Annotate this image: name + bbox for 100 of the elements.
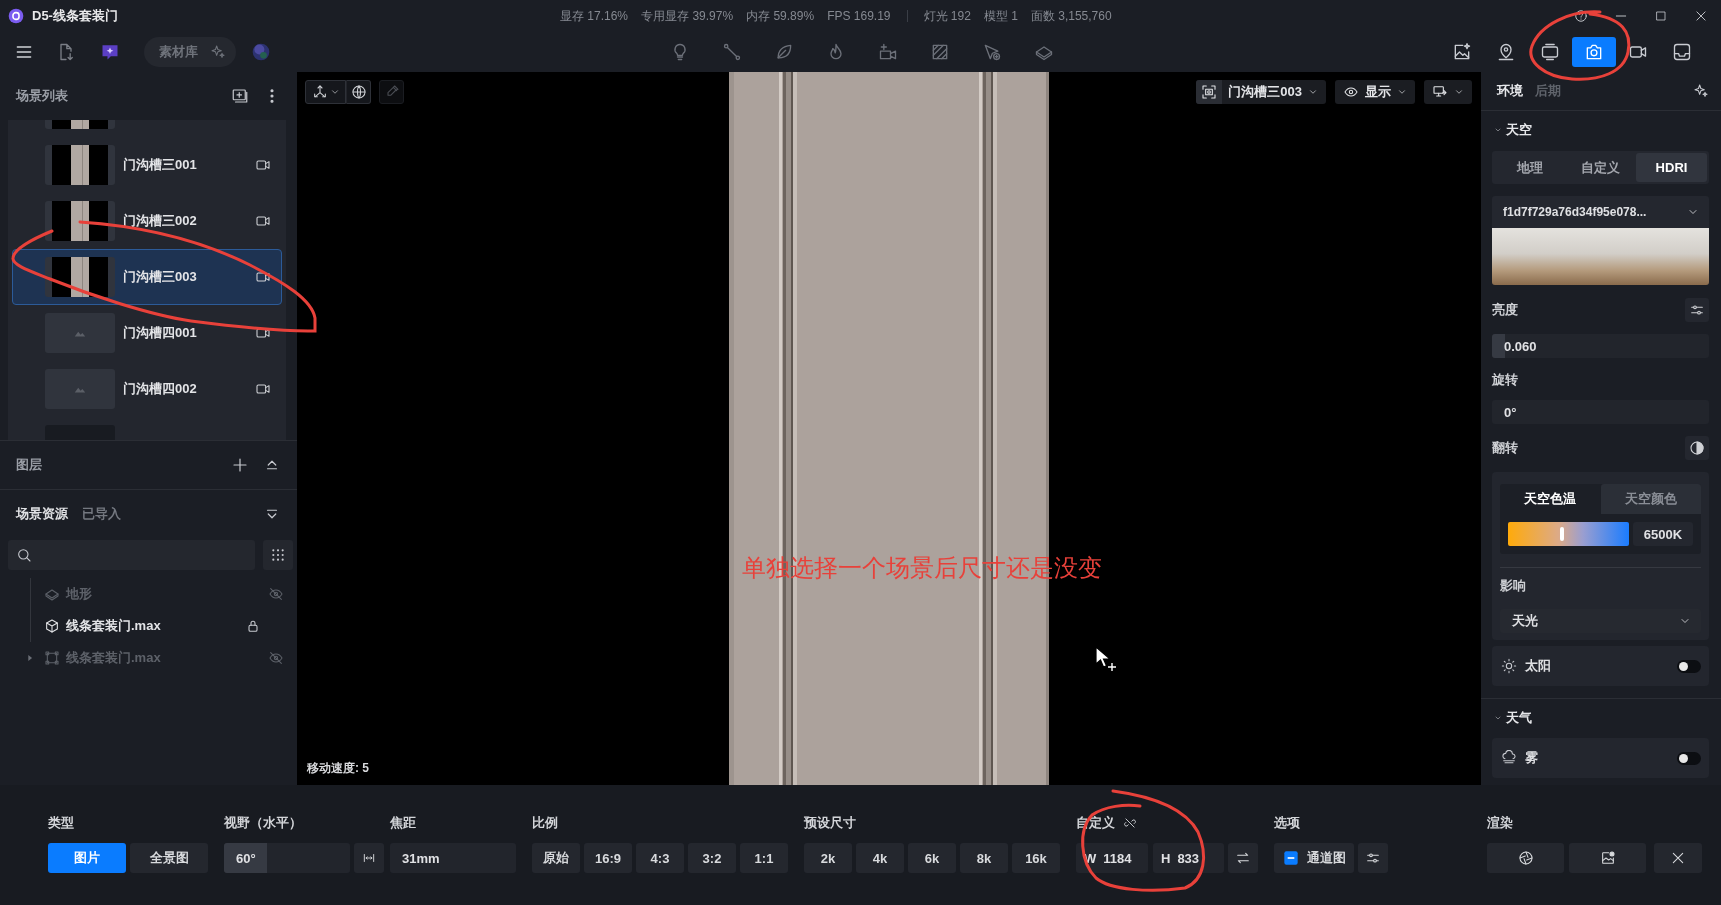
asset-name[interactable]: 线条套装门.max (66, 617, 161, 635)
swap-button[interactable] (1228, 843, 1258, 873)
ratio-option[interactable]: 16:9 (584, 843, 632, 873)
section-label: 比例 (532, 815, 559, 831)
sky-mode-tab[interactable]: 天空色温 (1500, 484, 1601, 514)
screen-switch-button[interactable] (1424, 80, 1472, 104)
panel-title: 图层 (16, 456, 42, 474)
scene-item[interactable]: 门沟槽四001 (12, 305, 282, 361)
monitor-swap-icon (1432, 84, 1448, 100)
add-scene-icon[interactable] (231, 87, 249, 105)
fov-field[interactable]: 60° (224, 843, 350, 873)
gizmo-button[interactable] (305, 80, 346, 104)
rotation-field[interactable]: 0° (1492, 400, 1709, 424)
chat-bubble-icon[interactable] (100, 42, 120, 62)
caret-icon (1397, 87, 1407, 97)
fog-label: 雾 (1525, 749, 1538, 767)
help-icon[interactable] (1574, 9, 1588, 23)
chevron-icon[interactable] (1494, 126, 1502, 134)
lock-icon[interactable] (245, 618, 261, 634)
brightness-field[interactable]: 0.060 (1492, 334, 1709, 358)
fog-toggle[interactable] (1677, 751, 1701, 765)
video-camera-icon[interactable] (255, 213, 271, 229)
scene-item[interactable]: 门沟槽四002 (12, 361, 282, 417)
video-camera-icon[interactable] (255, 269, 271, 285)
preset-size-option[interactable]: 4k (856, 843, 904, 873)
scene-item[interactable]: 门沟槽三001 (12, 137, 282, 193)
scene-name: 门沟槽四002 (123, 380, 197, 398)
type-option[interactable]: 全景图 (130, 843, 208, 873)
sun-toggle[interactable] (1677, 659, 1701, 673)
section-label: 焦距 (390, 815, 417, 831)
ratio-option[interactable]: 1:1 (740, 843, 788, 873)
section-label: 预设尺寸 (804, 815, 857, 831)
panel-tab[interactable]: 环境 (1497, 82, 1523, 100)
channel-map-checkbox[interactable]: 通道图 (1274, 843, 1354, 873)
focus-frame-icon (1201, 84, 1218, 100)
section-label: 渲染 (1487, 815, 1514, 831)
add-camera-icon[interactable] (878, 42, 898, 62)
options-settings-button[interactable] (1358, 843, 1388, 873)
temperature-slider[interactable] (1508, 522, 1629, 546)
cube-icon (44, 618, 60, 634)
slider-thumb[interactable] (1560, 527, 1565, 541)
preset-size-option[interactable]: 2k (804, 843, 852, 873)
caret-icon (329, 87, 340, 97)
focal-length-field[interactable]: 31mm (390, 843, 516, 873)
section-title: 天气 (1506, 709, 1532, 727)
fog-icon (1501, 750, 1517, 766)
unlink-icon[interactable] (1123, 816, 1137, 830)
source-tab[interactable]: HDRI (1636, 153, 1707, 182)
width-arrows-icon (362, 851, 376, 865)
video-camera-icon[interactable] (255, 157, 271, 173)
globe-icon (350, 84, 367, 100)
adjust-button[interactable] (1685, 298, 1709, 322)
ratio-option[interactable]: 原始 (532, 843, 580, 873)
close-icon (1670, 850, 1686, 866)
add-image-button[interactable] (1569, 843, 1646, 873)
status-stat: 内存 59.89% (746, 7, 815, 25)
image-sparkle-icon (1452, 42, 1472, 62)
render-button[interactable] (1487, 843, 1564, 873)
source-tab[interactable]: 地理 (1494, 153, 1565, 182)
status-stat: 显存 17.16% (560, 7, 629, 25)
search-field[interactable] (8, 540, 255, 570)
close-icon[interactable] (1694, 9, 1708, 23)
sparkle-icon[interactable] (1693, 83, 1709, 99)
preset-size-option[interactable]: 6k (908, 843, 956, 873)
assets-tab[interactable]: 场景资源 (16, 505, 68, 523)
display-dropdown[interactable]: 显示 (1335, 80, 1415, 104)
image-add-icon (1599, 850, 1616, 866)
scene-item[interactable]: 门沟槽三003 (12, 249, 282, 305)
preset-size-option[interactable]: 16k (1012, 843, 1060, 873)
camera-select[interactable]: 门沟槽三003 (1196, 80, 1326, 104)
field-label: 亮度 (1492, 301, 1518, 319)
mouse-cursor-icon (1094, 645, 1118, 673)
type-option[interactable]: 图片 (48, 843, 126, 873)
source-tab[interactable]: 自定义 (1565, 153, 1636, 182)
fit-width-button[interactable] (354, 843, 384, 873)
section-label: 视野（水平） (224, 815, 303, 831)
cursor-add-icon[interactable] (982, 42, 1002, 62)
flip-button[interactable] (1685, 436, 1709, 460)
scene-name: 门沟槽三001 (123, 156, 197, 174)
grid-view-button[interactable] (263, 540, 293, 570)
temperature-field[interactable]: 6500K (1633, 522, 1693, 546)
scene-item[interactable]: 门沟槽三002 (12, 193, 282, 249)
ratio-option[interactable]: 3:2 (688, 843, 736, 873)
add-icon[interactable] (231, 456, 249, 474)
eye-off-icon[interactable] (268, 586, 284, 602)
hatched-square-icon[interactable] (930, 42, 950, 62)
assets-tab[interactable]: 已导入 (82, 505, 121, 523)
globe-button[interactable] (346, 80, 371, 104)
height-field[interactable]: H 833 (1153, 843, 1224, 873)
chevron-icon[interactable] (1494, 714, 1502, 722)
eye-off-icon[interactable] (268, 650, 284, 666)
field-label: 翻转 (1492, 439, 1518, 457)
section-label: 选项 (1274, 815, 1301, 831)
maximize-icon[interactable] (1655, 10, 1667, 22)
video-camera-icon[interactable] (255, 381, 271, 397)
sparkle-icon (210, 44, 226, 60)
ratio-option[interactable]: 4:3 (636, 843, 684, 873)
path-nodes-icon[interactable] (722, 42, 742, 62)
sky-mode-tab[interactable]: 天空颜色 (1600, 484, 1701, 514)
preset-size-option[interactable]: 8k (960, 843, 1008, 873)
